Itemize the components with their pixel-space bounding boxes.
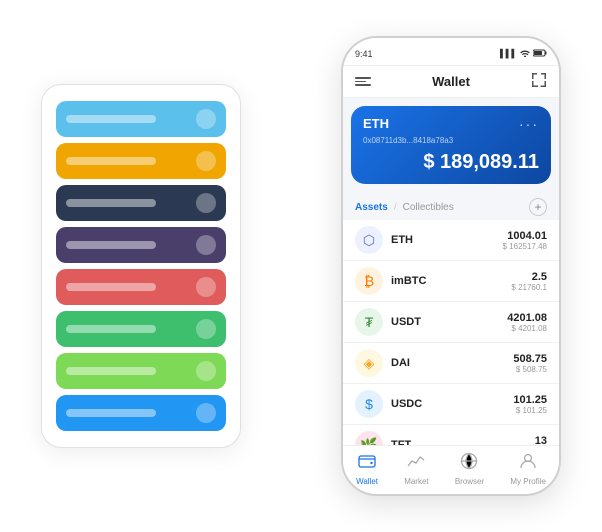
phone-content: ETH ··· 0x08711d3b...8418a78a3 $ 189,089… xyxy=(343,98,559,445)
card-icon xyxy=(196,109,216,129)
list-item[interactable] xyxy=(56,101,226,137)
status-bar: 9:41 ▌▌▌ xyxy=(343,38,559,66)
asset-amounts: 2.5 $ 21760.1 xyxy=(511,271,547,292)
table-row[interactable]: ₿ imBTC 2.5 $ 21760.1 xyxy=(343,261,559,302)
wallet-nav-icon xyxy=(358,452,376,475)
nav-profile[interactable]: My Profile xyxy=(510,452,546,486)
asset-amounts: 13 0 xyxy=(535,435,547,446)
asset-amounts: 101.25 $ 101.25 xyxy=(513,394,547,415)
card-line xyxy=(66,283,156,291)
card-line xyxy=(66,367,156,375)
assets-header: Assets / Collectibles + xyxy=(343,192,559,220)
wifi-icon xyxy=(520,49,530,59)
nav-market[interactable]: Market xyxy=(404,452,428,486)
asset-amount-sub: $ 508.75 xyxy=(513,365,547,374)
eth-icon: ⬡ xyxy=(355,226,383,254)
card-line xyxy=(66,325,156,333)
list-item[interactable] xyxy=(56,227,226,263)
browser-nav-icon xyxy=(460,452,478,475)
asset-name: DAI xyxy=(391,357,505,369)
usdc-icon: $ xyxy=(355,390,383,418)
asset-amounts: 508.75 $ 508.75 xyxy=(513,353,547,374)
bottom-nav: Wallet Market Browser My Profile xyxy=(343,445,559,494)
asset-amount-main: 13 xyxy=(535,435,547,446)
table-row[interactable]: $ USDC 101.25 $ 101.25 xyxy=(343,384,559,425)
eth-address: 0x08711d3b...8418a78a3 xyxy=(363,136,539,145)
eth-card-label: ETH xyxy=(363,116,389,131)
card-icon xyxy=(196,235,216,255)
asset-amount-main: 508.75 xyxy=(513,353,547,365)
time-label: 9:41 xyxy=(355,49,373,59)
nav-wallet[interactable]: Wallet xyxy=(356,452,378,486)
eth-wallet-card[interactable]: ETH ··· 0x08711d3b...8418a78a3 $ 189,089… xyxy=(351,106,551,184)
nav-market-label: Market xyxy=(404,477,428,486)
card-icon xyxy=(196,151,216,171)
asset-amounts: 1004.01 $ 162517.48 xyxy=(503,230,548,251)
eth-card-top: ETH ··· xyxy=(363,116,539,132)
card-line xyxy=(66,157,156,165)
card-icon xyxy=(196,403,216,423)
battery-icon xyxy=(533,49,547,59)
asset-amount-sub: $ 101.25 xyxy=(513,406,547,415)
asset-name: USDC xyxy=(391,398,505,410)
assets-tabs: Assets / Collectibles xyxy=(355,202,454,213)
nav-browser[interactable]: Browser xyxy=(455,452,484,486)
status-icons: ▌▌▌ xyxy=(500,49,547,59)
tft-icon: 🌿 xyxy=(355,431,383,445)
asset-amount-main: 4201.08 xyxy=(507,312,547,324)
expand-icon[interactable] xyxy=(531,72,547,91)
card-line xyxy=(66,115,156,123)
table-row[interactable]: ◈ DAI 508.75 $ 508.75 xyxy=(343,343,559,384)
list-item[interactable] xyxy=(56,269,226,305)
asset-name: imBTC xyxy=(391,275,503,287)
asset-name: USDT xyxy=(391,316,499,328)
asset-list: ⬡ ETH 1004.01 $ 162517.48 ₿ imBTC 2.5 $ … xyxy=(343,220,559,445)
list-item[interactable] xyxy=(56,353,226,389)
list-item[interactable] xyxy=(56,185,226,221)
list-item[interactable] xyxy=(56,395,226,431)
asset-amount-sub: $ 21760.1 xyxy=(511,283,547,292)
nav-wallet-label: Wallet xyxy=(356,477,378,486)
list-item[interactable] xyxy=(56,143,226,179)
market-nav-icon xyxy=(407,452,425,475)
signal-icon: ▌▌▌ xyxy=(500,49,517,58)
page-title: Wallet xyxy=(432,74,470,89)
card-line xyxy=(66,199,156,207)
tab-collectibles[interactable]: Collectibles xyxy=(403,202,454,213)
table-row[interactable]: 🌿 TFT 13 0 xyxy=(343,425,559,445)
dai-icon: ◈ xyxy=(355,349,383,377)
table-row[interactable]: ⬡ ETH 1004.01 $ 162517.48 xyxy=(343,220,559,261)
asset-amount-main: 2.5 xyxy=(511,271,547,283)
asset-amount-main: 1004.01 xyxy=(503,230,548,242)
imbtc-icon: ₿ xyxy=(355,267,383,295)
profile-nav-icon xyxy=(519,452,537,475)
asset-name: ETH xyxy=(391,234,495,246)
card-line xyxy=(66,241,156,249)
card-icon xyxy=(196,319,216,339)
scene: 9:41 ▌▌▌ Wallet xyxy=(21,16,581,516)
menu-icon[interactable] xyxy=(355,77,371,86)
asset-amount-sub: $ 162517.48 xyxy=(503,242,548,251)
eth-card-menu[interactable]: ··· xyxy=(519,116,539,132)
usdt-icon: ₮ xyxy=(355,308,383,336)
asset-amount-sub: $ 4201.08 xyxy=(507,324,547,333)
card-stack-panel xyxy=(41,84,241,448)
phone-mockup: 9:41 ▌▌▌ Wallet xyxy=(341,36,561,496)
tab-assets[interactable]: Assets xyxy=(355,202,388,213)
add-asset-button[interactable]: + xyxy=(529,198,547,216)
asset-amount-main: 101.25 xyxy=(513,394,547,406)
tab-divider: / xyxy=(394,202,397,213)
list-item[interactable] xyxy=(56,311,226,347)
card-line xyxy=(66,409,156,417)
card-icon xyxy=(196,277,216,297)
card-icon xyxy=(196,193,216,213)
nav-browser-label: Browser xyxy=(455,477,484,486)
eth-amount: $ 189,089.11 xyxy=(363,151,539,174)
card-icon xyxy=(196,361,216,381)
table-row[interactable]: ₮ USDT 4201.08 $ 4201.08 xyxy=(343,302,559,343)
phone-header: Wallet xyxy=(343,66,559,98)
asset-amounts: 4201.08 $ 4201.08 xyxy=(507,312,547,333)
nav-profile-label: My Profile xyxy=(510,477,546,486)
